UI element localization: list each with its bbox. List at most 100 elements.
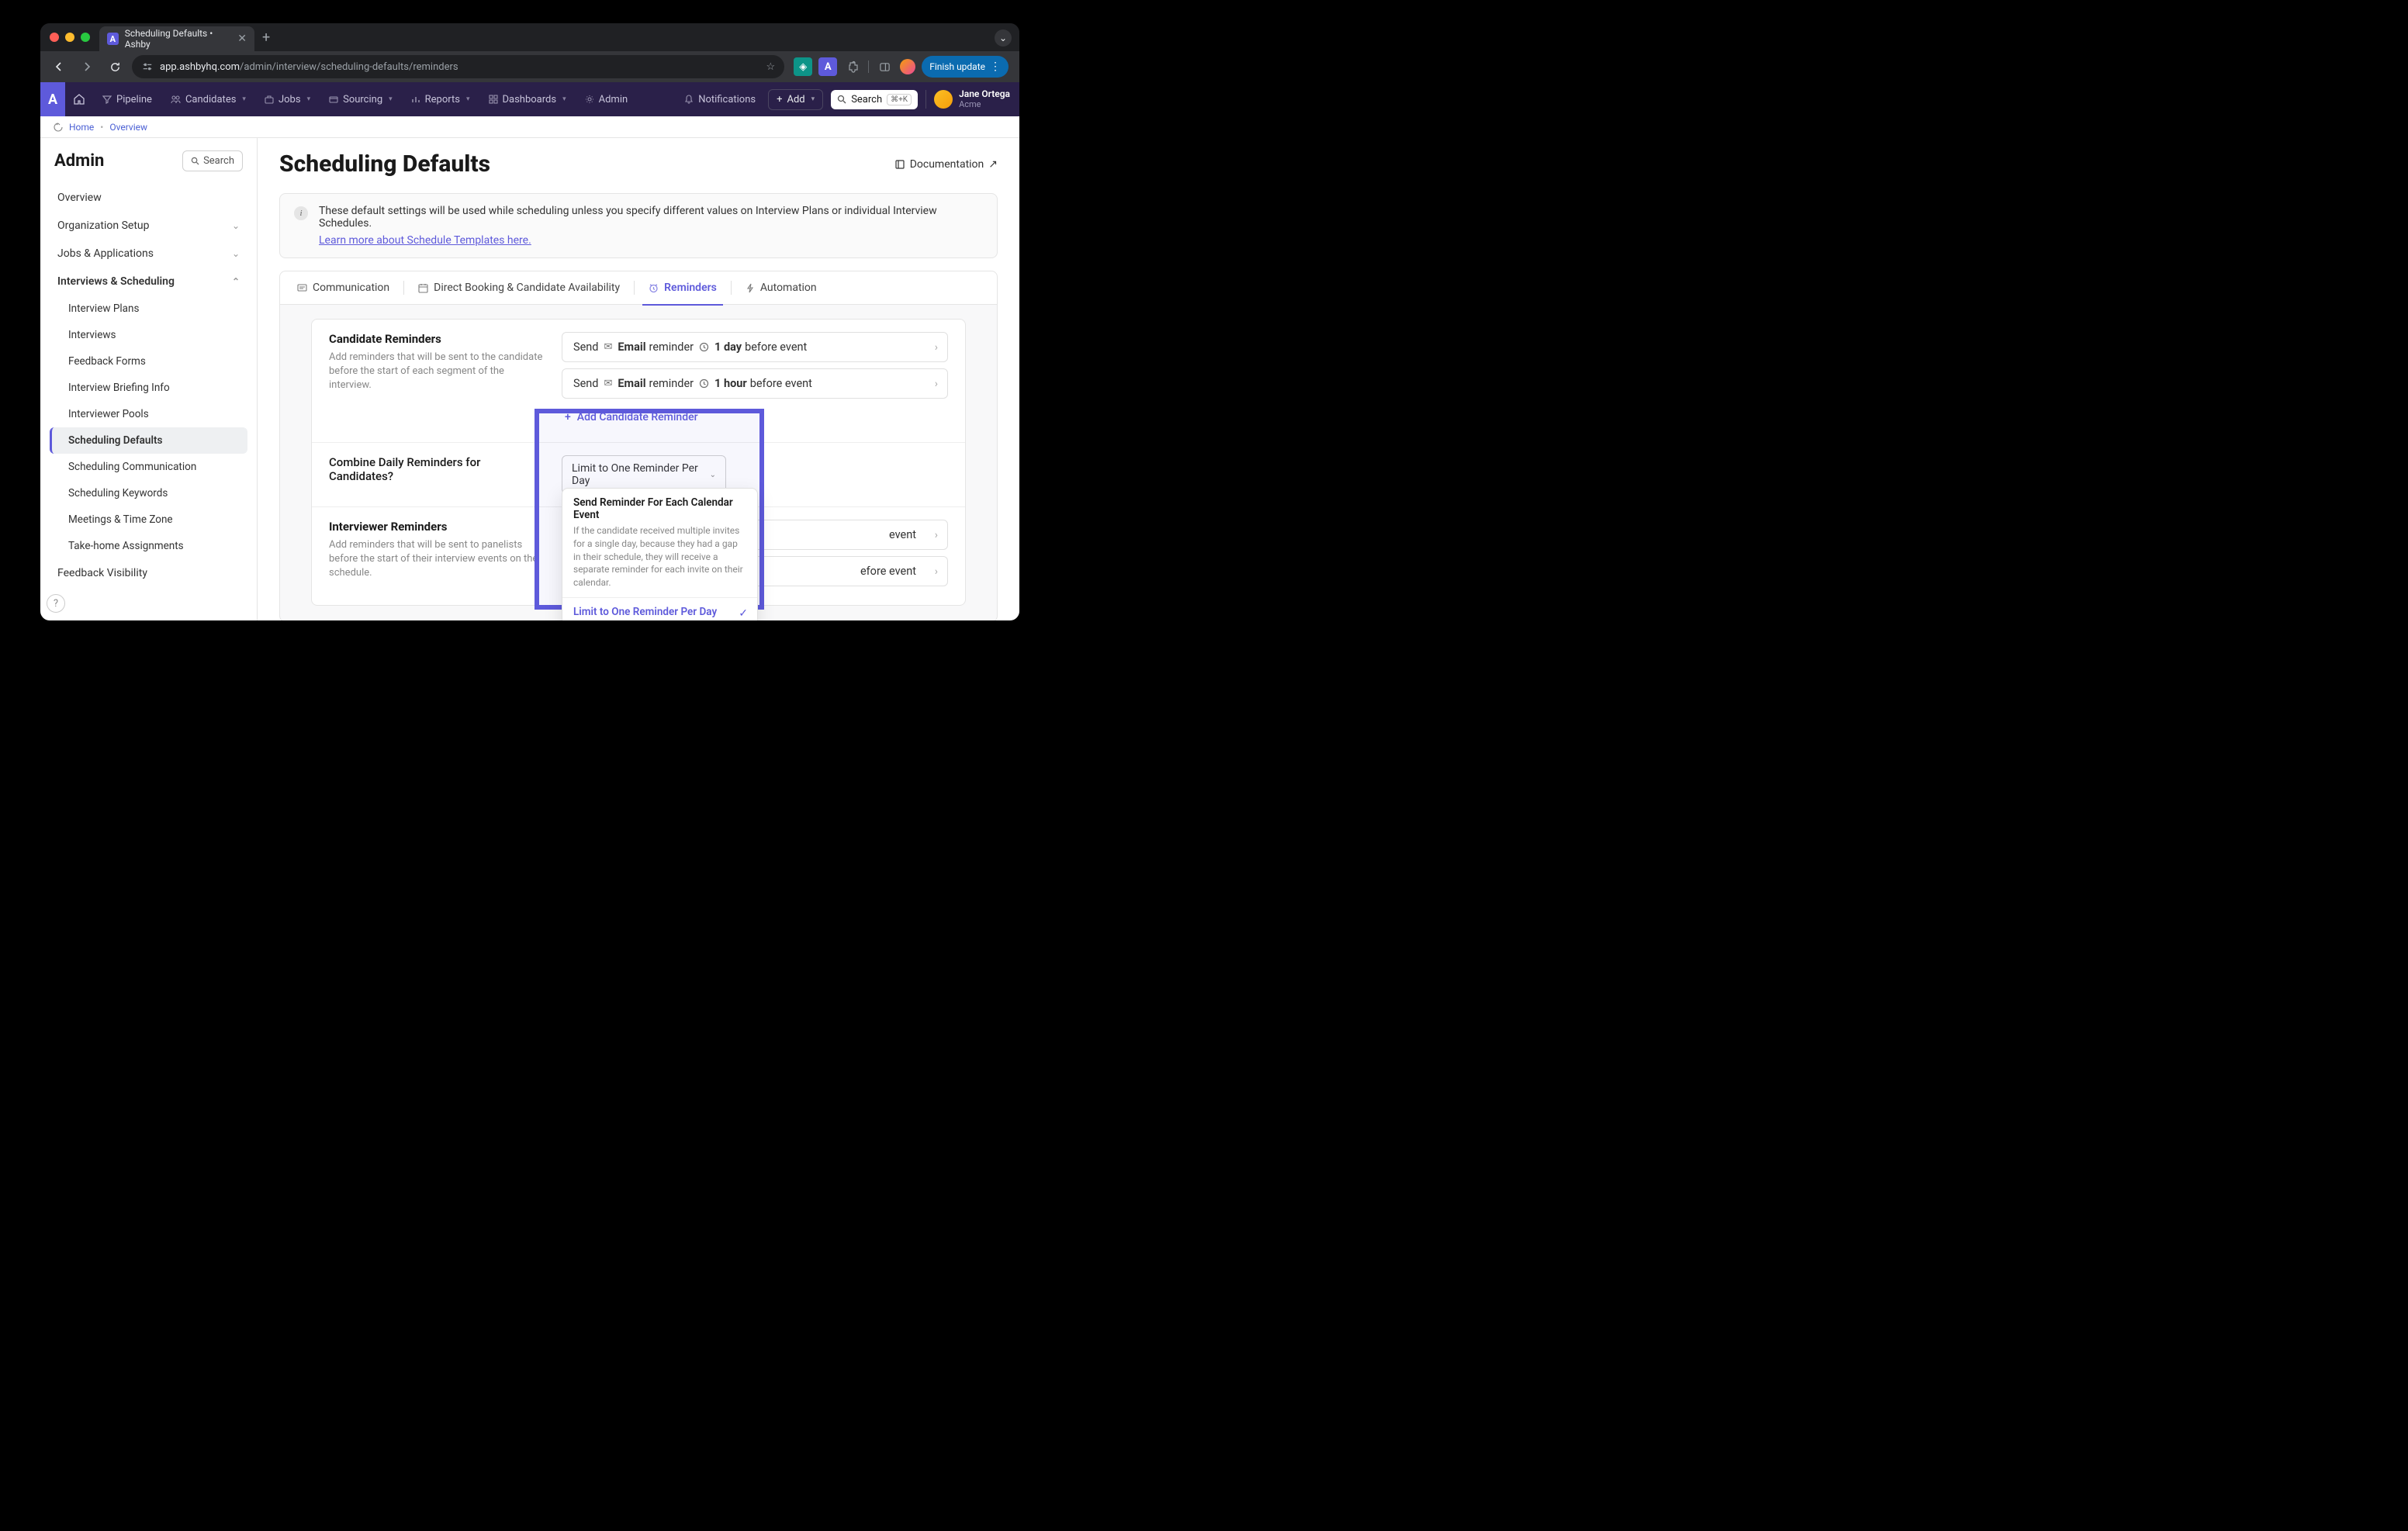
tab-label: Automation — [760, 282, 817, 294]
address-bar[interactable]: app.ashbyhq.com/admin/interview/scheduli… — [132, 55, 784, 78]
sidebar-item-label: Feedback Visibility — [57, 567, 147, 579]
chevron-down-icon: ⌄ — [232, 248, 240, 259]
separator — [403, 281, 404, 295]
add-button[interactable]: + Add ▾ — [768, 89, 823, 110]
nav-sourcing[interactable]: Sourcing ▾ — [320, 82, 402, 116]
dashboard-icon — [489, 95, 498, 104]
plus-icon: + — [777, 94, 782, 105]
tab-communication[interactable]: Communication — [291, 271, 396, 305]
reminder-word: before event — [745, 340, 807, 354]
profile-avatar[interactable] — [900, 59, 915, 74]
chevron-down-icon: ▾ — [389, 95, 393, 103]
add-candidate-reminder-button[interactable]: + Add Candidate Reminder — [562, 405, 948, 430]
documentation-link[interactable]: Documentation ↗ — [894, 158, 998, 171]
search-icon — [837, 95, 846, 104]
reminder-item[interactable]: Send ✉ Email reminder 1 hour before — [562, 368, 948, 399]
candidate-reminders-row: Candidate Reminders Add reminders that w… — [312, 320, 965, 443]
app: A Pipeline Candidates ▾ — [40, 82, 1019, 620]
bell-icon — [684, 95, 694, 104]
close-tab-icon[interactable]: ✕ — [237, 33, 247, 45]
sourcing-icon — [329, 95, 338, 104]
reload-button[interactable] — [104, 56, 126, 78]
nav-admin[interactable]: Admin — [576, 82, 638, 116]
sidebar-sub-feedback[interactable]: Feedback Forms — [50, 348, 247, 375]
chevron-down-icon: ⌄ — [232, 220, 240, 231]
user-avatar — [934, 90, 953, 109]
nav-label: Pipeline — [116, 94, 152, 105]
nav-label: Candidates — [185, 94, 236, 105]
forward-button[interactable] — [76, 56, 98, 78]
help-button[interactable]: ? — [47, 594, 65, 613]
tabs-dropdown[interactable]: ⌄ — [995, 29, 1012, 47]
extension-ashby-icon[interactable]: A — [818, 57, 837, 76]
sidebar-sub-keywords[interactable]: Scheduling Keywords — [50, 480, 247, 506]
user-menu[interactable]: Jane Ortega Acme — [934, 89, 1010, 109]
sidebar-item-jobs-apps[interactable]: Jobs & Applications ⌄ — [50, 240, 247, 268]
sidebar-item-label: Overview — [57, 192, 102, 204]
bolt-icon — [746, 283, 755, 293]
new-tab-button[interactable]: + — [262, 29, 270, 46]
sidebar-header: Admin Search — [50, 150, 247, 171]
reminder-item[interactable]: Send ✉ Email reminder 1 day before — [562, 332, 948, 362]
sidebar-sub-plans[interactable]: Interview Plans — [50, 295, 247, 322]
sidebar-item-feedback-vis[interactable]: Feedback Visibility — [50, 559, 247, 587]
bookmark-icon[interactable]: ☆ — [766, 61, 776, 73]
sidebar-search-button[interactable]: Search — [182, 150, 243, 171]
global-search-button[interactable]: Search ⌘+K — [831, 90, 918, 109]
breadcrumb-overview[interactable]: Overview — [109, 122, 147, 133]
tab-label: Communication — [313, 282, 389, 294]
finish-update-button[interactable]: Finish update ⋮ — [922, 56, 1009, 78]
site-info-icon[interactable] — [141, 60, 154, 73]
sidebar-item-org-setup[interactable]: Organization Setup ⌄ — [50, 212, 247, 240]
reminder-word: reminder — [649, 377, 694, 390]
content-panel: Candidate Reminders Add reminders that w… — [279, 305, 998, 620]
nav-dashboards[interactable]: Dashboards ▾ — [479, 82, 576, 116]
info-link[interactable]: Learn more about Schedule Templates here… — [319, 234, 531, 247]
tab-automation[interactable]: Automation — [739, 271, 823, 305]
home-icon[interactable] — [65, 82, 93, 116]
sidebar-sub-takehome[interactable]: Take-home Assignments — [50, 533, 247, 559]
sidebar-sub-comm[interactable]: Scheduling Communication — [50, 454, 247, 480]
back-arrow-icon[interactable] — [53, 122, 63, 132]
sidebar-item-overview[interactable]: Overview — [50, 184, 247, 212]
dropdown-option-one-per-day[interactable]: ✓ Limit to One Reminder Per Day With thi… — [562, 598, 757, 620]
extension-1-icon[interactable]: ◈ — [794, 57, 812, 76]
close-window[interactable] — [50, 33, 59, 42]
sidebar-sub-briefing[interactable]: Interview Briefing Info — [50, 375, 247, 401]
browser-tab[interactable]: A Scheduling Defaults • Ashby ✕ — [99, 26, 254, 51]
sidebar-sub-meetings[interactable]: Meetings & Time Zone — [50, 506, 247, 533]
breadcrumb-home[interactable]: Home — [69, 122, 94, 133]
message-icon — [297, 283, 307, 293]
card-left: Combine Daily Reminders for Candidates? — [329, 455, 562, 494]
nav-label: Admin — [599, 94, 628, 105]
sidebar-item-interviews[interactable]: Interviews & Scheduling ⌃ — [50, 268, 247, 295]
nav-candidates[interactable]: Candidates ▾ — [161, 82, 255, 116]
page-title: Scheduling Defaults — [279, 150, 490, 178]
user-org: Acme — [959, 100, 1010, 109]
sidebar-sub-pools[interactable]: Interviewer Pools — [50, 401, 247, 427]
chevron-down-icon: ▾ — [466, 95, 470, 103]
sidebar-sub-defaults[interactable]: Scheduling Defaults — [50, 427, 247, 454]
extensions-menu-icon[interactable] — [843, 57, 862, 76]
back-button[interactable] — [48, 56, 70, 78]
minimize-window[interactable] — [65, 33, 74, 42]
nav-jobs[interactable]: Jobs ▾ — [255, 82, 320, 116]
maximize-window[interactable] — [81, 33, 90, 42]
select-value: Limit to One Reminder Per Day — [572, 462, 702, 487]
card-right: Limit to One Reminder Per Day ⌄ Send Rem… — [562, 455, 948, 494]
nav-label: Reports — [425, 94, 460, 105]
nav-pipeline[interactable]: Pipeline — [93, 82, 161, 116]
side-panel-icon[interactable] — [875, 57, 894, 76]
gear-icon — [585, 95, 594, 104]
sidebar-sub-interviews[interactable]: Interviews — [50, 322, 247, 348]
main-content: Scheduling Defaults Documentation ↗ i Th… — [258, 138, 1019, 620]
nav-notifications[interactable]: Notifications — [680, 82, 760, 116]
nav-reports[interactable]: Reports ▾ — [402, 82, 479, 116]
app-logo[interactable]: A — [40, 82, 65, 116]
dropdown-option-each-event[interactable]: Send Reminder For Each Calendar Event If… — [562, 489, 757, 598]
search-label: Search — [851, 94, 882, 105]
tab-booking[interactable]: Direct Booking & Candidate Availability — [412, 271, 626, 305]
tab-reminders[interactable]: Reminders — [642, 271, 723, 305]
reminder-tail: efore event — [860, 565, 916, 578]
section-title: Candidate Reminders — [329, 332, 546, 346]
